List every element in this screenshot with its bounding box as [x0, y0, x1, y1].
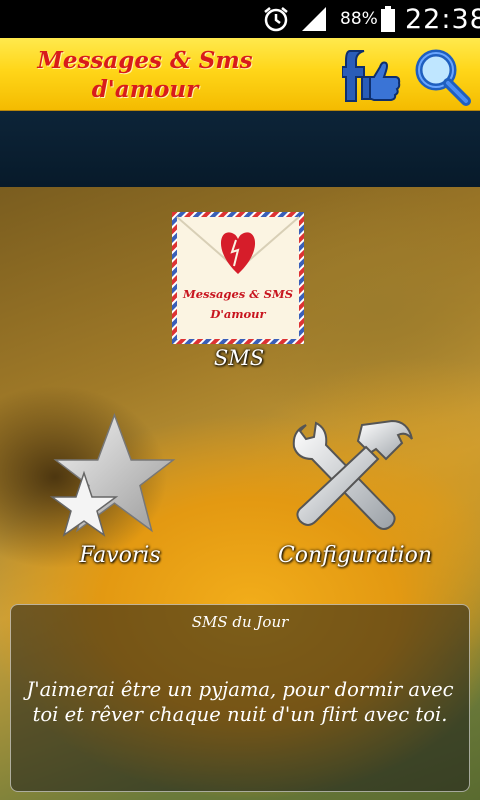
- app-header: Messages & Sms d'amour: [0, 38, 480, 112]
- facebook-like-button[interactable]: [341, 47, 402, 105]
- battery-percent: 88%: [340, 9, 378, 29]
- sms-card-line1: Messages & SMS: [182, 287, 293, 301]
- clock: 22:38: [405, 3, 480, 35]
- favorites-menu-item[interactable]: Favoris: [40, 413, 200, 575]
- battery-icon: [380, 0, 398, 38]
- status-bar: 88% 22:38: [0, 0, 480, 38]
- configuration-menu-item[interactable]: Configuration: [270, 413, 440, 575]
- sms-of-day-panel[interactable]: SMS du Jour J'aimerai être un pyjama, po…: [10, 604, 470, 792]
- sms-card-line2: D'amour: [210, 307, 266, 321]
- sms-menu-item[interactable]: Messages & SMS D'amour SMS: [172, 212, 306, 372]
- sms-of-day-title: SMS du Jour: [191, 613, 289, 631]
- app-title: Messages & Sms d'amour: [30, 46, 260, 104]
- tools-icon: [292, 419, 413, 530]
- signal-icon: [300, 0, 330, 38]
- sms-of-day-text: J'aimerai être un pyjama, pour dormir av…: [26, 678, 454, 726]
- search-icon: [415, 49, 471, 106]
- facebook-like-icon: [341, 50, 401, 102]
- sms-label: SMS: [213, 346, 265, 370]
- love-letter-envelope-icon: [172, 212, 304, 344]
- app-title-line2: d'amour: [91, 76, 199, 103]
- top-band: [0, 111, 480, 187]
- app-title-line1: Messages & Sms: [37, 47, 253, 74]
- alarm-icon: [262, 0, 292, 38]
- favorites-label: Favoris: [79, 543, 161, 568]
- search-button[interactable]: [412, 46, 472, 106]
- star-icon: [49, 413, 176, 537]
- configuration-label: Configuration: [277, 543, 433, 568]
